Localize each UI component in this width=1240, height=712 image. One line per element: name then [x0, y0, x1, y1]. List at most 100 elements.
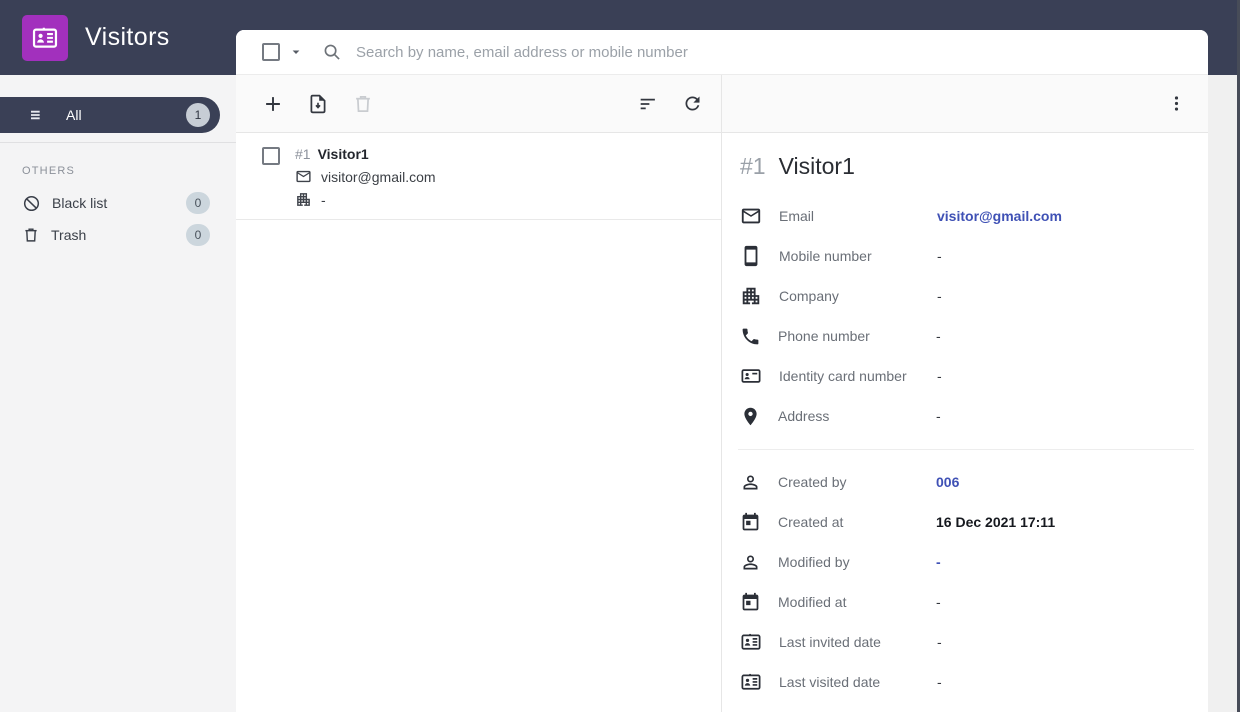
content-area: #1 Visitor1 visitor@gmail.com - #1 Visit… — [236, 133, 1208, 712]
sidebar-item-label: Trash — [51, 227, 87, 243]
person-icon — [740, 472, 761, 493]
field-label: Phone number — [778, 328, 870, 344]
field-value: - — [937, 288, 942, 304]
add-icon — [262, 93, 284, 115]
field-value: - — [936, 408, 941, 424]
field-row-email: Email visitor@gmail.com — [738, 196, 1194, 236]
count-badge: 0 — [186, 224, 210, 246]
trash-icon — [22, 226, 40, 244]
field-label: Modified by — [778, 554, 850, 570]
app-logo — [22, 14, 68, 61]
detail-divider — [738, 449, 1194, 450]
visitor-detail: #1 Visitor1 Email visitor@gmail.com Mobi… — [722, 133, 1208, 712]
field-row-address: Address - — [738, 396, 1194, 436]
field-row-last-invited: Last invited date - — [738, 622, 1194, 662]
import-button[interactable] — [307, 93, 329, 115]
field-label: Email — [779, 208, 815, 224]
refresh-icon — [682, 93, 703, 114]
detail-visitor-id: #1 — [740, 153, 766, 179]
field-label: Created by — [778, 474, 847, 490]
list-item[interactable]: #1 Visitor1 visitor@gmail.com - — [236, 133, 721, 220]
contact-card-icon — [740, 671, 762, 693]
search-input[interactable] — [356, 43, 1208, 61]
sidebar-item-label: Black list — [52, 195, 108, 211]
phone-icon — [740, 326, 761, 347]
app-title: Visitors — [85, 23, 170, 51]
person-icon — [740, 552, 761, 573]
field-value: - — [937, 248, 942, 264]
add-button[interactable] — [262, 93, 284, 115]
field-row-last-visited: Last visited date - — [738, 662, 1194, 702]
sidebar-item-trash[interactable]: Trash 0 — [0, 219, 236, 251]
sidebar-divider — [0, 142, 236, 143]
smartphone-icon — [740, 245, 762, 267]
calendar-icon — [740, 512, 761, 533]
field-row-created-at: Created at 16 Dec 2021 17:11 — [738, 502, 1194, 542]
field-row-company: Company - — [738, 276, 1194, 316]
mail-icon — [295, 168, 312, 185]
field-label: Last visited date — [779, 674, 881, 690]
detail-title: #1 Visitor1 — [738, 153, 1194, 180]
detail-visitor-name: Visitor1 — [778, 153, 855, 179]
count-badge: 1 — [186, 103, 210, 127]
field-label: Identity card number — [779, 368, 907, 384]
list-item-title: #1 Visitor1 — [295, 146, 436, 162]
refresh-button[interactable] — [682, 93, 703, 114]
row-checkbox[interactable] — [262, 147, 280, 165]
list-item-email: visitor@gmail.com — [295, 168, 436, 185]
more-vert-icon — [1167, 94, 1186, 113]
field-row-mobile: Mobile number - — [738, 236, 1194, 276]
field-value: - — [937, 634, 942, 650]
search-bar — [236, 30, 1208, 75]
field-value: - — [936, 554, 941, 570]
sidebar-item-label: All — [66, 107, 82, 123]
visitor-name: Visitor1 — [317, 146, 369, 162]
visitor-company: - — [321, 191, 326, 208]
main-panel: #1 Visitor1 visitor@gmail.com - #1 — [236, 30, 1208, 712]
field-label: Mobile number — [779, 248, 872, 264]
company-icon — [295, 191, 312, 208]
field-value: - — [937, 368, 942, 384]
sidebar-item-all[interactable]: All 1 — [0, 97, 220, 133]
created-by-link[interactable]: 006 — [936, 474, 959, 490]
field-label: Company — [779, 288, 839, 304]
toolbar — [236, 75, 1208, 133]
location-icon — [740, 406, 761, 427]
sidebar-item-black-list[interactable]: Black list 0 — [0, 187, 236, 219]
count-badge: 0 — [186, 192, 210, 214]
id-card-icon — [31, 24, 59, 52]
contact-card-icon — [740, 631, 762, 653]
list-item-company: - — [295, 191, 436, 208]
search-icon — [322, 42, 342, 62]
calendar-icon — [740, 592, 761, 613]
list-toolbar — [236, 75, 722, 132]
delete-icon — [352, 93, 374, 115]
field-row-modified-by: Modified by - — [738, 542, 1194, 582]
delete-button[interactable] — [352, 93, 374, 115]
import-file-icon — [307, 93, 329, 115]
field-label: Created at — [778, 514, 844, 530]
visitor-list: #1 Visitor1 visitor@gmail.com - — [236, 133, 722, 712]
select-all-checkbox[interactable] — [262, 43, 280, 61]
sidebar-section-label: OTHERS — [22, 165, 76, 177]
list-item-body: #1 Visitor1 visitor@gmail.com - — [295, 146, 436, 208]
sort-button[interactable] — [637, 93, 659, 115]
detail-fields: Email visitor@gmail.com Mobile number - … — [738, 196, 1194, 702]
field-row-identity-card: Identity card number - — [738, 356, 1194, 396]
sidebar: All 1 OTHERS Black list 0 Trash 0 — [0, 75, 236, 712]
block-icon — [22, 194, 41, 213]
field-value: 16 Dec 2021 17:11 — [936, 514, 1056, 530]
more-options-button[interactable] — [1167, 94, 1186, 113]
field-label: Last invited date — [779, 634, 881, 650]
mail-icon — [740, 205, 762, 227]
visitor-id: #1 — [295, 146, 311, 162]
field-row-modified-at: Modified at - — [738, 582, 1194, 622]
field-row-created-by: Created by 006 — [738, 462, 1194, 502]
email-link[interactable]: visitor@gmail.com — [937, 208, 1062, 224]
caret-down-icon[interactable] — [287, 43, 305, 61]
list-icon — [28, 107, 44, 123]
detail-toolbar — [722, 75, 1208, 132]
company-icon — [740, 285, 762, 307]
field-value: - — [937, 674, 942, 690]
sort-icon — [637, 93, 659, 115]
